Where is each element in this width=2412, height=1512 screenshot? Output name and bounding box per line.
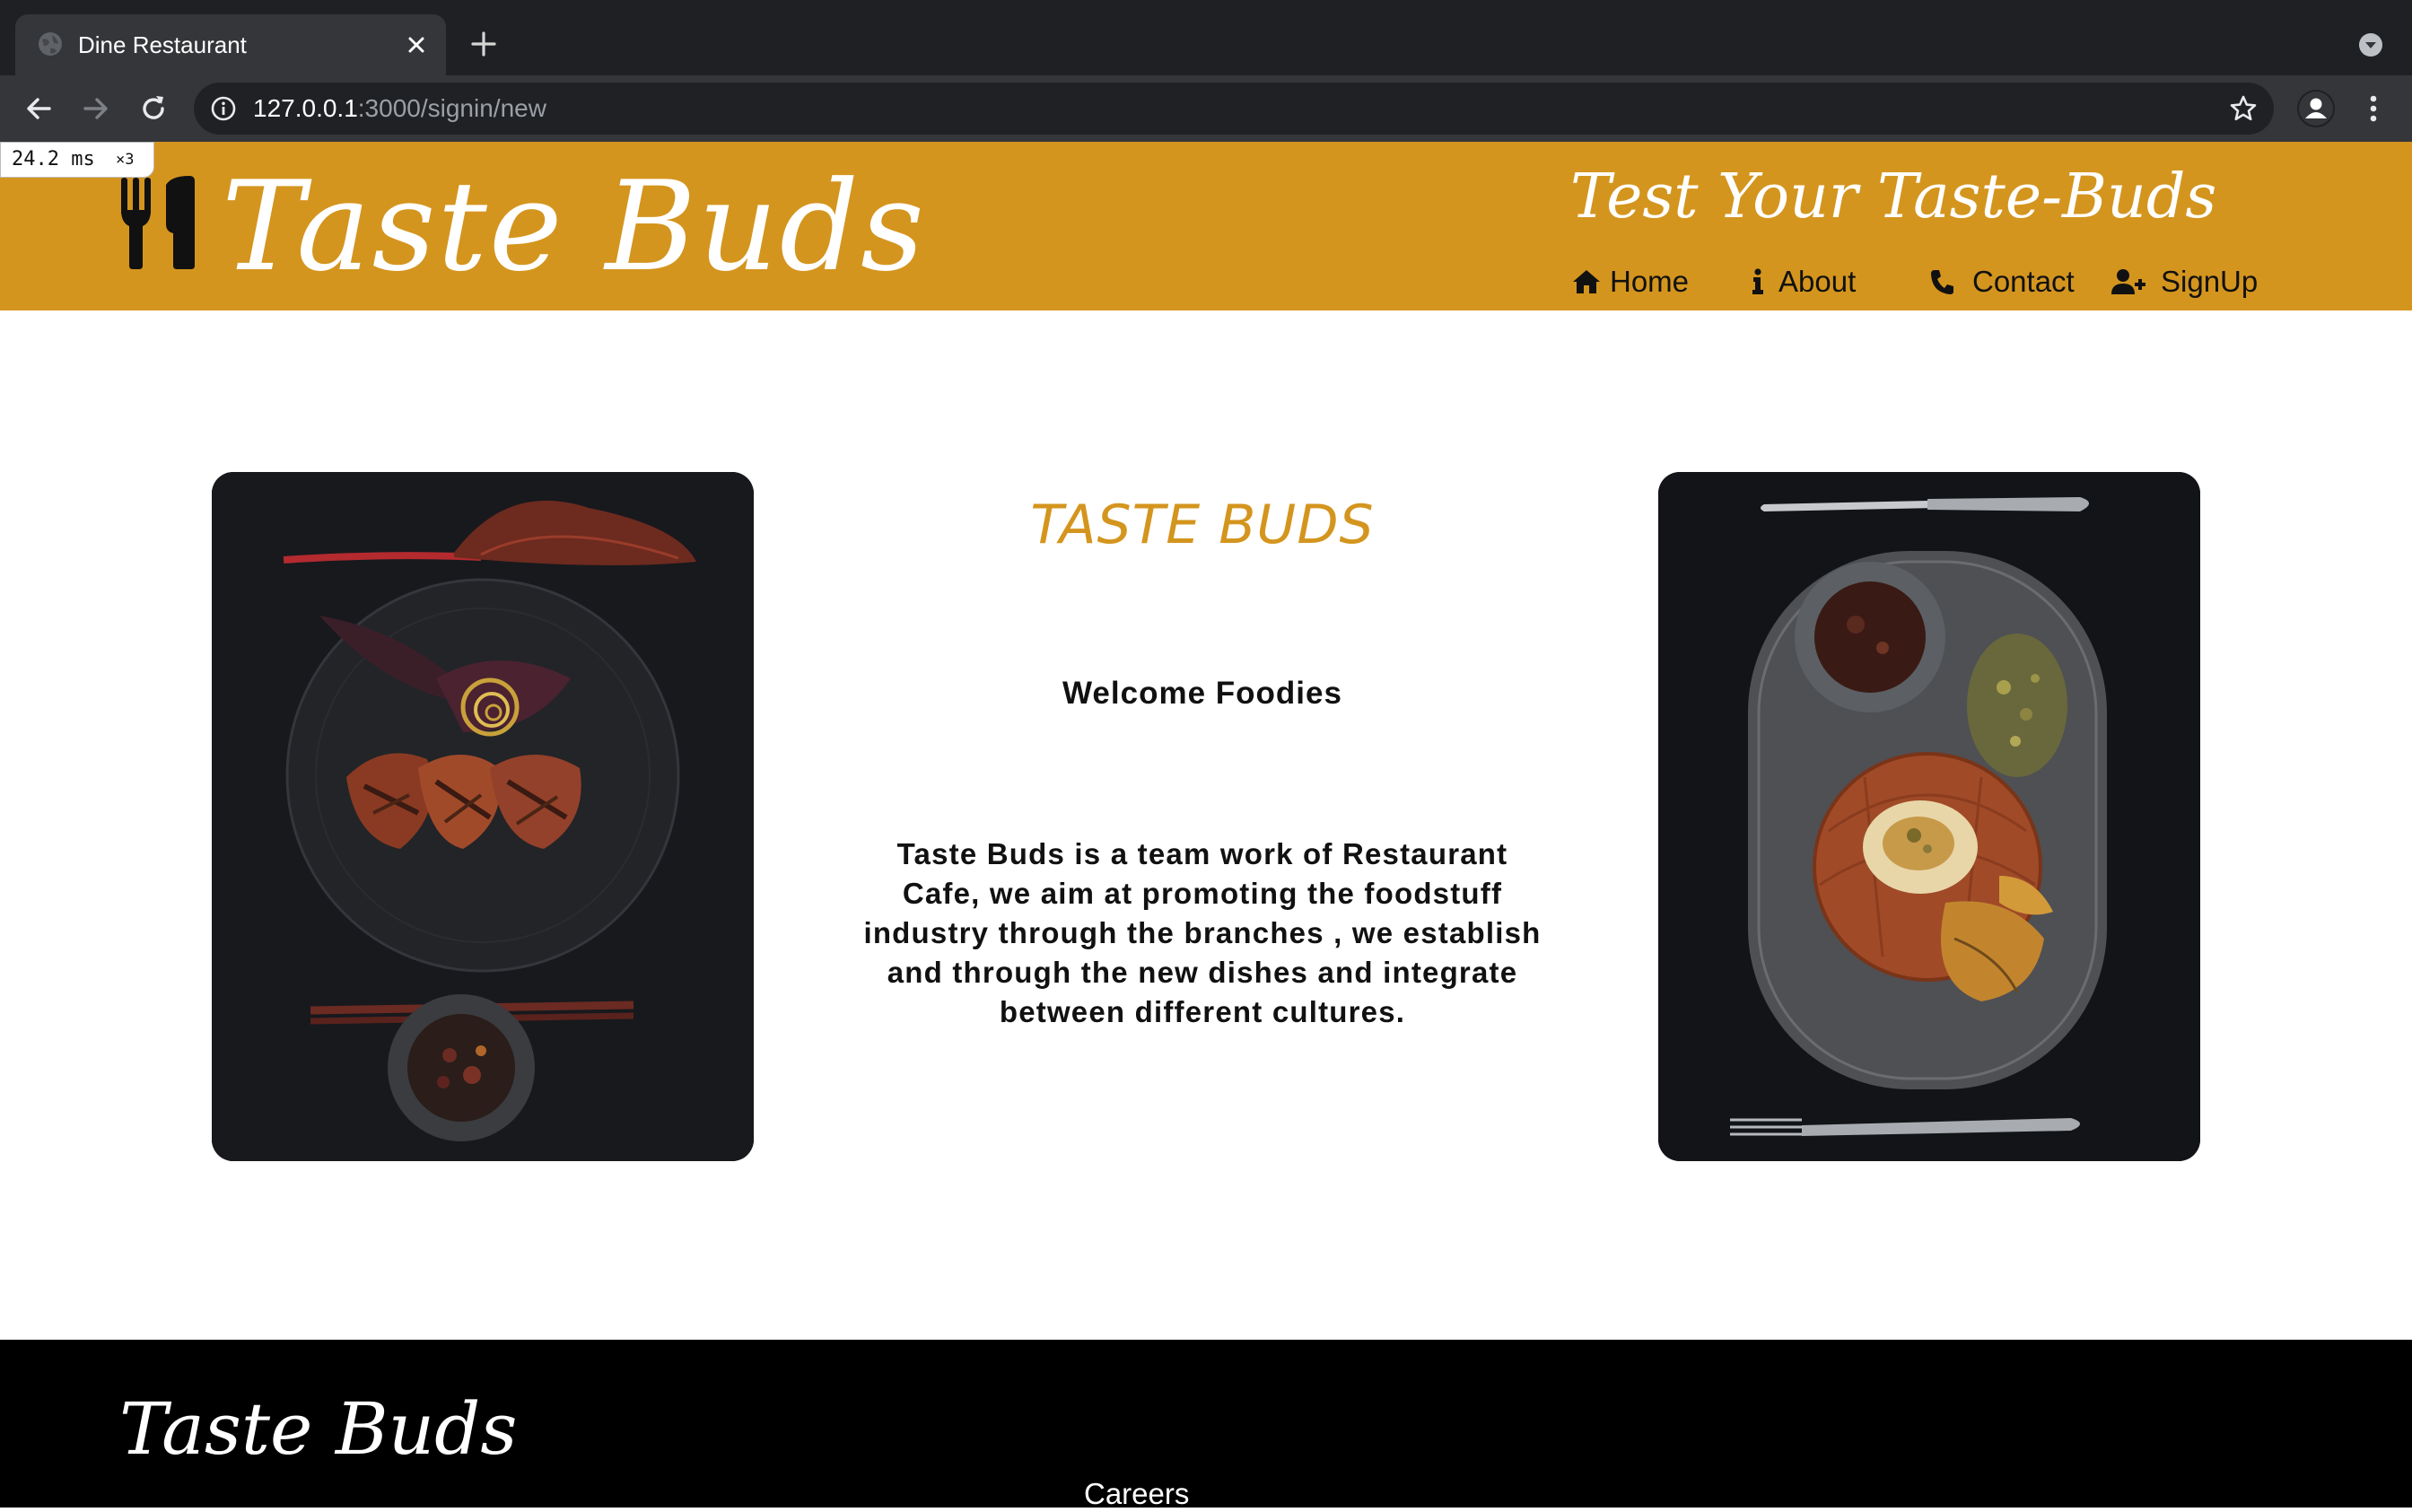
reload-icon[interactable] <box>136 92 170 126</box>
address-bar[interactable]: 127.0.0.1:3000/signin/new <box>194 83 2274 135</box>
bread-bowl-dish-image <box>1658 472 2200 1161</box>
steak-dish-image <box>212 472 754 1161</box>
info-circle-icon[interactable] <box>210 95 237 122</box>
browser-tab[interactable]: Dine Restaurant <box>15 14 446 75</box>
nav-contact[interactable]: Contact <box>1929 261 2086 302</box>
welcome-heading: Welcome Foodies <box>1062 676 1342 711</box>
user-plus-icon <box>2111 269 2145 294</box>
phone-icon <box>1931 270 1953 294</box>
account-icon <box>2299 92 2333 126</box>
bookmark-star-icon[interactable] <box>2229 94 2258 123</box>
tagline: Test Your Taste-Buds <box>1570 162 2217 232</box>
fork-knife-icon <box>121 176 195 269</box>
bread-bowl-dish-illustration <box>1658 472 2200 1161</box>
footer-brand: Taste Buds <box>119 1387 518 1471</box>
url-host: 127.0.0.1 <box>253 94 358 122</box>
nav-home[interactable]: Home <box>1572 261 1698 302</box>
forward-arrow-icon[interactable] <box>79 92 113 126</box>
close-icon[interactable] <box>405 33 428 57</box>
back-arrow-icon[interactable] <box>22 92 56 126</box>
tab-title: Dine Restaurant <box>78 31 247 58</box>
nav-about-label: About <box>1778 265 1857 298</box>
nav-about[interactable]: About <box>1750 261 1871 302</box>
main-nav: Home About Contact SignUp <box>0 261 2412 302</box>
globe-icon <box>39 32 62 56</box>
nav-signup[interactable]: SignUp <box>2110 261 2272 302</box>
more-vert-icon[interactable] <box>2360 92 2387 126</box>
perf-multiplier: ×3 <box>116 151 135 169</box>
profile-button[interactable] <box>2297 90 2335 127</box>
about-paragraph: Taste Buds is a team work of Restaurant … <box>863 837 1542 1028</box>
steak-dish-illustration <box>212 472 754 1161</box>
site-header: Taste Buds Test Your Taste-Buds Home Abo… <box>0 142 2412 310</box>
nav-home-label: Home <box>1610 265 1690 298</box>
nav-signup-label: SignUp <box>2161 265 2259 298</box>
url-text: 127.0.0.1:3000/signin/new <box>253 94 546 123</box>
site-footer: Taste Buds Careers <box>0 1340 2412 1510</box>
tab-search-icon[interactable] <box>2357 31 2384 58</box>
section-title: TASTE BUDS <box>1030 494 1375 556</box>
new-tab-icon[interactable] <box>468 29 499 59</box>
perf-overlay: 24.2 ms ×3 <box>0 142 154 178</box>
home-icon <box>1573 270 1600 293</box>
browser-tab-bar: Dine Restaurant <box>0 0 2412 75</box>
perf-ms: 24.2 ms <box>12 148 95 170</box>
nav-contact-label: Contact <box>1972 265 2075 298</box>
info-icon <box>1752 268 1763 294</box>
browser-toolbar: 127.0.0.1:3000/signin/new <box>0 75 2412 142</box>
url-path: :3000/signin/new <box>357 94 546 122</box>
careers-link[interactable]: Careers <box>1084 1476 1189 1512</box>
